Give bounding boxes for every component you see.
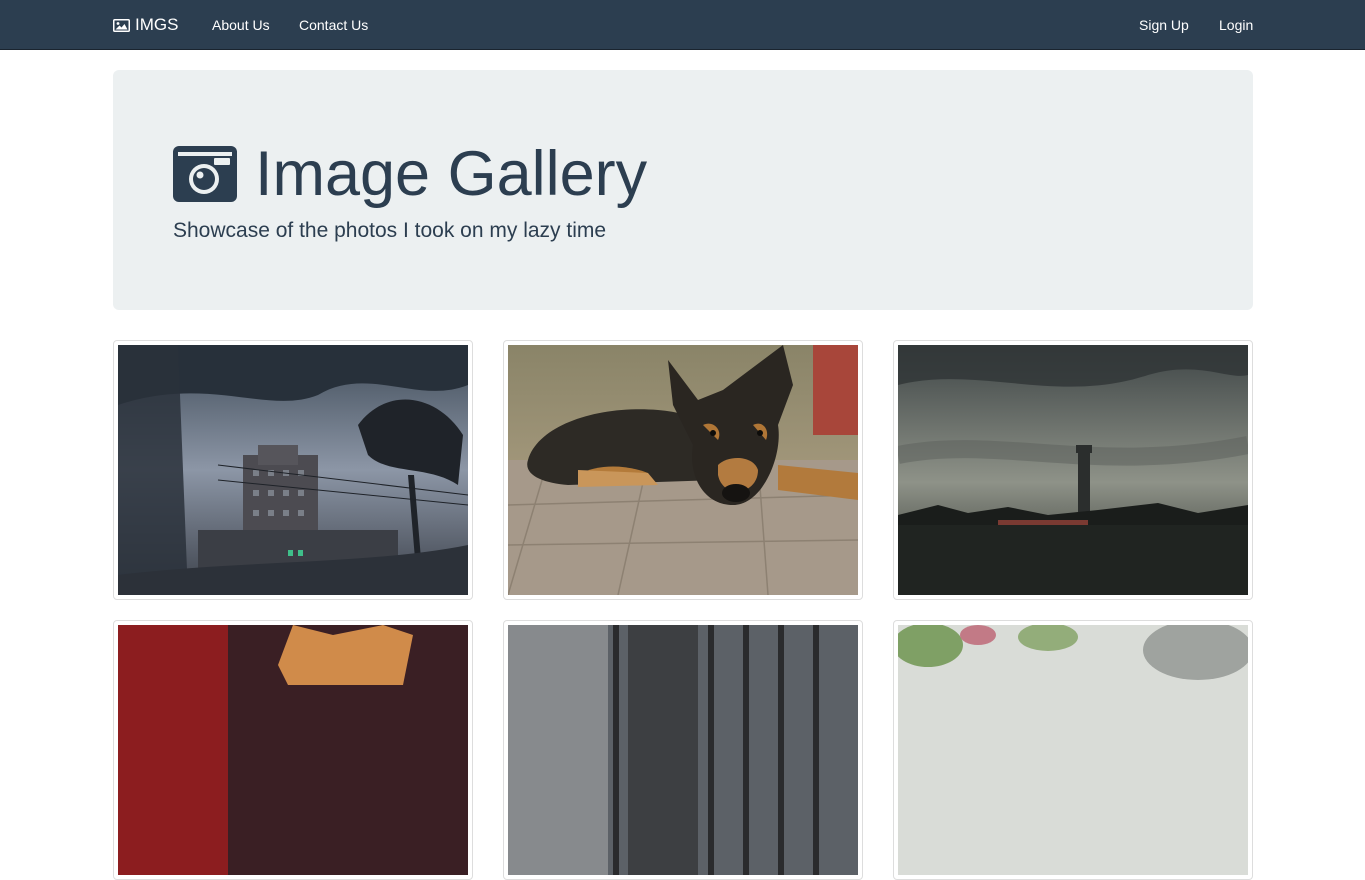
photo-leaves	[898, 625, 1248, 875]
page-subtitle: Showcase of the photos I took on my lazy…	[173, 219, 607, 242]
camera-icon	[173, 146, 237, 202]
page-title: Image Gallery	[255, 139, 648, 209]
gallery-thumbnail[interactable]	[113, 620, 473, 880]
hero-jumbotron: Image Gallery Showcase of the photos I t…	[113, 70, 1253, 310]
picture-icon	[113, 18, 130, 32]
gallery-thumbnail[interactable]	[893, 620, 1253, 880]
brand-link[interactable]: IMGS	[113, 0, 178, 50]
nav-link-sign-up[interactable]: Sign Up	[1139, 0, 1189, 50]
brand-label: IMGS	[135, 15, 179, 34]
navbar-container: IMGS About Us Contact Us Sign Up Login	[113, 0, 1253, 50]
photo-dog	[508, 345, 858, 595]
photo-puddle-reflection	[118, 345, 468, 595]
gallery-thumbnail[interactable]	[893, 340, 1253, 600]
gallery-thumbnail[interactable]	[113, 340, 473, 600]
hero-title: Image Gallery	[173, 138, 647, 210]
photo-window-bars	[508, 625, 858, 875]
navbar: IMGS About Us Contact Us Sign Up Login	[0, 0, 1365, 50]
nav-link-about-us[interactable]: About Us	[212, 0, 270, 50]
nav-link-contact-us[interactable]: Contact Us	[299, 0, 368, 50]
gallery-thumbnail[interactable]	[503, 620, 863, 880]
photo-cat	[118, 625, 468, 875]
nav-link-login[interactable]: Login	[1219, 0, 1253, 50]
photo-tower	[898, 345, 1248, 595]
gallery-thumbnail[interactable]	[503, 340, 863, 600]
